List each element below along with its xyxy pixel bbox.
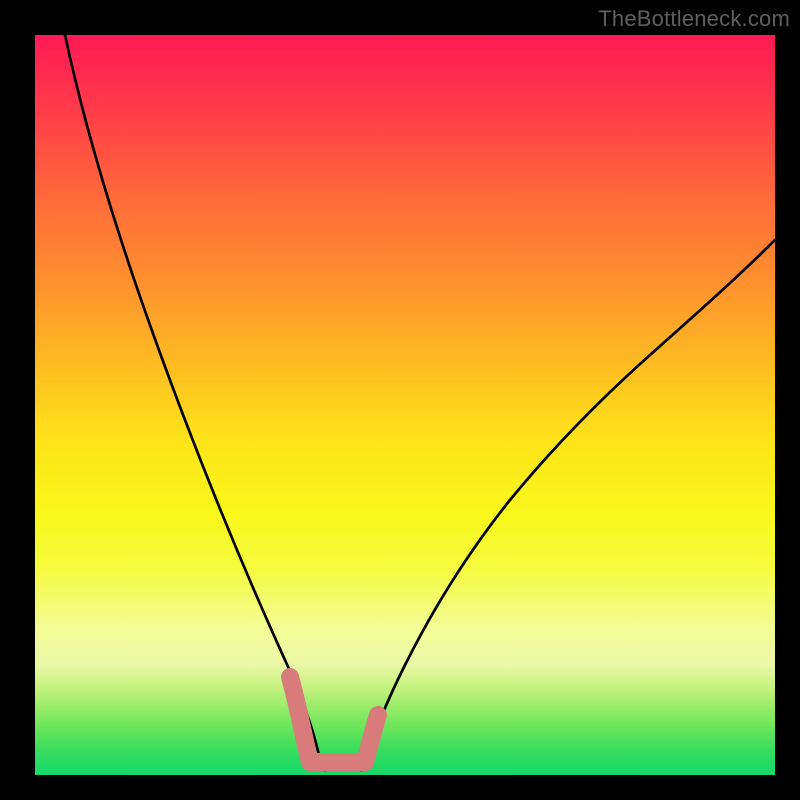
bottom-band-left [290, 677, 310, 762]
bottom-band-right [365, 715, 378, 762]
attribution-text: TheBottleneck.com [598, 6, 790, 32]
chart-canvas [35, 35, 775, 775]
right-curve [361, 240, 775, 770]
left-curve [65, 35, 325, 770]
plot-area [35, 35, 775, 775]
chart-frame: TheBottleneck.com [0, 0, 800, 800]
